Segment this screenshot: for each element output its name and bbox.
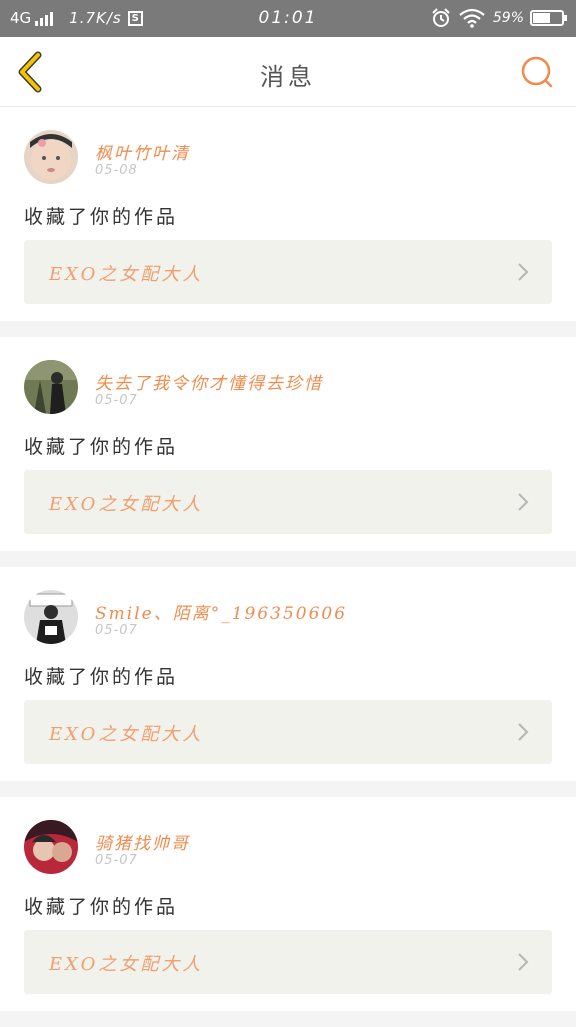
battery-percent: 59%: [492, 10, 524, 26]
user-name[interactable]: Smile、陌离°_196350606: [95, 599, 347, 624]
message-date: 05-07: [95, 623, 138, 638]
search-button[interactable]: [520, 55, 554, 89]
battery-fill: [533, 13, 550, 23]
nav-bar: 消息: [0, 37, 576, 107]
user-name[interactable]: 失去了我令你才懂得去珍惜: [95, 369, 323, 394]
work-title: EXO之女配大人: [49, 264, 204, 285]
status-right: 59%: [431, 8, 567, 28]
alarm-icon: [432, 8, 450, 27]
chevron-right-icon: [518, 953, 529, 971]
work-title: EXO之女配大人: [49, 494, 204, 515]
work-title: EXO之女配大人: [49, 954, 204, 975]
message-date: 05-08: [95, 163, 138, 178]
message-card: 骑猪找帅哥 05-07 收藏了你的作品 EXO之女配大人: [0, 797, 576, 1011]
chevron-right-icon: [518, 263, 529, 281]
battery-icon: [530, 10, 567, 26]
work-link[interactable]: EXO之女配大人: [24, 700, 552, 764]
message-text: 收藏了你的作品: [24, 896, 179, 918]
message-card: 失去了我令你才懂得去珍惜 05-07 收藏了你的作品 EXO之女配大人: [0, 337, 576, 551]
avatar[interactable]: [24, 820, 78, 874]
avatar[interactable]: [24, 130, 78, 184]
work-link[interactable]: EXO之女配大人: [24, 240, 552, 304]
work-link[interactable]: EXO之女配大人: [24, 930, 552, 994]
page-title: 消息: [260, 63, 316, 91]
message-list: 枫叶竹叶清 05-08 收藏了你的作品 EXO之女配大人 失去了我令你才懂得去珍…: [0, 107, 576, 1027]
user-name[interactable]: 枫叶竹叶清: [95, 139, 190, 164]
chevron-right-icon: [518, 493, 529, 511]
user-name[interactable]: 骑猪找帅哥: [95, 829, 190, 854]
message-text: 收藏了你的作品: [24, 436, 179, 458]
avatar[interactable]: [24, 590, 78, 644]
status-bar: 4G 1.7K/s S 01:01 59%: [0, 0, 576, 37]
message-text: 收藏了你的作品: [24, 206, 179, 228]
search-icon: [521, 56, 553, 88]
message-card: 枫叶竹叶清 05-08 收藏了你的作品 EXO之女配大人: [0, 107, 576, 321]
message-date: 05-07: [95, 393, 138, 408]
work-title: EXO之女配大人: [49, 724, 204, 745]
avatar[interactable]: [24, 360, 78, 414]
wifi-icon: [459, 8, 485, 28]
message-text: 收藏了你的作品: [24, 666, 179, 688]
message-date: 05-07: [95, 853, 138, 868]
chevron-right-icon: [518, 723, 529, 741]
work-link[interactable]: EXO之女配大人: [24, 470, 552, 534]
message-card: Smile、陌离°_196350606 05-07 收藏了你的作品 EXO之女配…: [0, 567, 576, 781]
